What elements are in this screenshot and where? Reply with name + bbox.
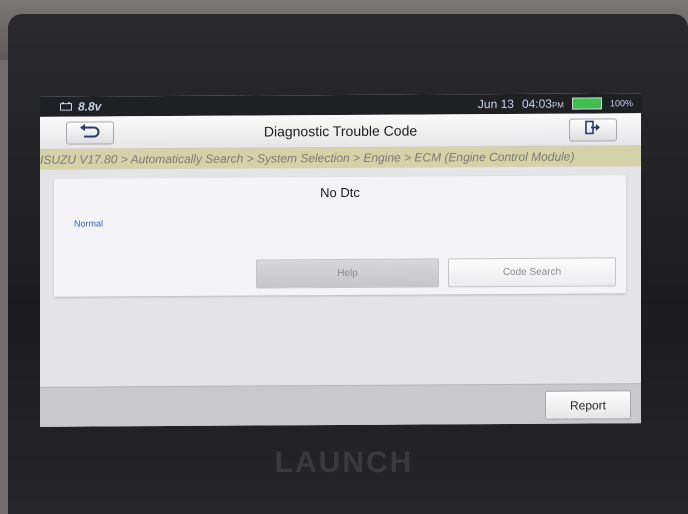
device-screen: 8.8v Jun 13 04:03PM 100% Diagnostic Trou… — [40, 93, 641, 427]
battery-icon — [571, 97, 602, 110]
time-text: 04:03PM — [521, 96, 564, 111]
panel-title: No Dtc — [320, 184, 360, 201]
battery-percent: 100% — [609, 98, 633, 109]
page-title: Diagnostic Trouble Code — [263, 122, 418, 140]
report-button[interactable]: Report — [545, 390, 631, 420]
status-right: Jun 13 04:03PM 100% — [478, 96, 633, 111]
voltage-readout: 8.8v — [78, 99, 102, 114]
brand-logo: LAUNCH — [274, 446, 414, 479]
status-left: 8.8v — [60, 99, 102, 114]
title-bar: Diagnostic Trouble Code — [40, 113, 641, 150]
help-button[interactable]: Help — [256, 258, 439, 289]
exit-button[interactable] — [569, 118, 617, 142]
dtc-panel: No Dtc Normal Help Code Search — [54, 175, 626, 297]
exit-icon — [585, 120, 601, 139]
code-search-button[interactable]: Code Search — [448, 257, 616, 288]
date-text: Jun 13 — [477, 96, 514, 112]
bottom-toolbar: Report — [40, 383, 641, 427]
breadcrumb: ISUZU V17.80 > Automatically Search > Sy… — [40, 146, 641, 170]
car-battery-icon — [60, 100, 72, 114]
status-normal-text: Normal — [74, 218, 104, 229]
